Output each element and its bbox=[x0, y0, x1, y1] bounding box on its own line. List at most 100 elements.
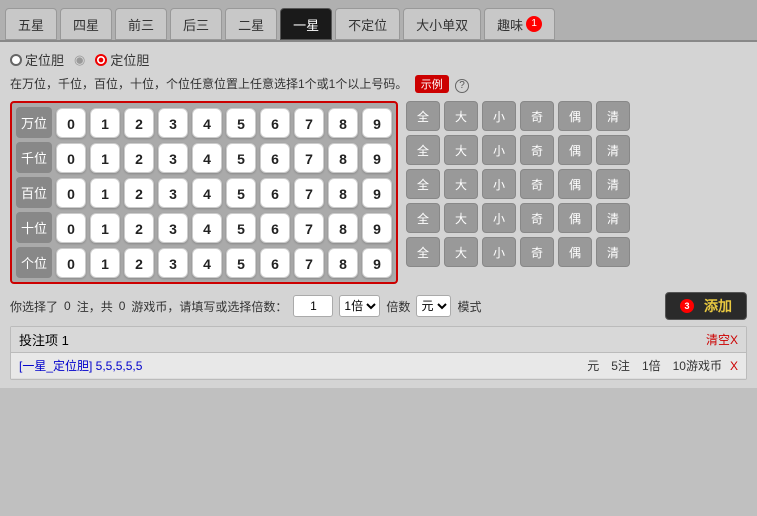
tab-五星[interactable]: 五星 bbox=[5, 8, 57, 40]
quick-btn-4-2[interactable]: 小 bbox=[482, 237, 516, 267]
quick-btn-2-4[interactable]: 偶 bbox=[558, 169, 592, 199]
digit-btn-0-7[interactable]: 7 bbox=[294, 108, 324, 138]
quick-btn-0-2[interactable]: 小 bbox=[482, 101, 516, 131]
quick-btn-2-1[interactable]: 大 bbox=[444, 169, 478, 199]
digit-btn-4-8[interactable]: 8 bbox=[328, 248, 358, 278]
quick-btn-3-4[interactable]: 偶 bbox=[558, 203, 592, 233]
digit-btn-1-3[interactable]: 3 bbox=[158, 143, 188, 173]
quick-btn-4-1[interactable]: 大 bbox=[444, 237, 478, 267]
digit-btn-0-1[interactable]: 1 bbox=[90, 108, 120, 138]
digit-btn-0-0[interactable]: 0 bbox=[56, 108, 86, 138]
quick-btn-3-3[interactable]: 奇 bbox=[520, 203, 554, 233]
digit-btn-4-3[interactable]: 3 bbox=[158, 248, 188, 278]
tab-不定位[interactable]: 不定位 bbox=[335, 8, 400, 40]
quick-btn-0-4[interactable]: 偶 bbox=[558, 101, 592, 131]
digit-btn-3-7[interactable]: 7 bbox=[294, 213, 324, 243]
digit-btn-3-3[interactable]: 3 bbox=[158, 213, 188, 243]
tab-一星[interactable]: 一星 bbox=[280, 8, 332, 40]
digit-btn-3-5[interactable]: 5 bbox=[226, 213, 256, 243]
digit-btn-0-6[interactable]: 6 bbox=[260, 108, 290, 138]
quick-btn-1-5[interactable]: 清 bbox=[596, 135, 630, 165]
quick-btn-0-3[interactable]: 奇 bbox=[520, 101, 554, 131]
digit-btn-1-0[interactable]: 0 bbox=[56, 143, 86, 173]
quick-btn-1-3[interactable]: 奇 bbox=[520, 135, 554, 165]
quick-btn-3-0[interactable]: 全 bbox=[406, 203, 440, 233]
digit-btn-2-8[interactable]: 8 bbox=[328, 178, 358, 208]
digit-btn-3-4[interactable]: 4 bbox=[192, 213, 222, 243]
digit-btn-0-5[interactable]: 5 bbox=[226, 108, 256, 138]
digit-btn-3-9[interactable]: 9 bbox=[362, 213, 392, 243]
quick-btn-4-4[interactable]: 偶 bbox=[558, 237, 592, 267]
digit-btn-0-2[interactable]: 2 bbox=[124, 108, 154, 138]
digit-btn-0-4[interactable]: 4 bbox=[192, 108, 222, 138]
digit-btn-3-8[interactable]: 8 bbox=[328, 213, 358, 243]
quick-btn-2-5[interactable]: 清 bbox=[596, 169, 630, 199]
digit-btn-4-9[interactable]: 9 bbox=[362, 248, 392, 278]
radio-label-0: 定位胆 bbox=[25, 50, 64, 69]
tab-前三[interactable]: 前三 bbox=[115, 8, 167, 40]
tab-二星[interactable]: 二星 bbox=[225, 8, 277, 40]
digit-btn-2-3[interactable]: 3 bbox=[158, 178, 188, 208]
quick-btn-0-0[interactable]: 全 bbox=[406, 101, 440, 131]
digit-btn-1-2[interactable]: 2 bbox=[124, 143, 154, 173]
quick-btn-0-1[interactable]: 大 bbox=[444, 101, 478, 131]
radio-option-0[interactable]: 定位胆 bbox=[10, 50, 64, 69]
digit-btn-2-9[interactable]: 9 bbox=[362, 178, 392, 208]
quick-btn-1-2[interactable]: 小 bbox=[482, 135, 516, 165]
quick-btn-2-0[interactable]: 全 bbox=[406, 169, 440, 199]
quick-btn-2-2[interactable]: 小 bbox=[482, 169, 516, 199]
digit-btn-2-1[interactable]: 1 bbox=[90, 178, 120, 208]
tab-四星[interactable]: 四星 bbox=[60, 8, 112, 40]
digit-btn-4-4[interactable]: 4 bbox=[192, 248, 222, 278]
quick-btn-1-4[interactable]: 偶 bbox=[558, 135, 592, 165]
currency-select[interactable]: 元 bbox=[416, 295, 451, 317]
digit-btn-2-0[interactable]: 0 bbox=[56, 178, 86, 208]
quick-btn-3-2[interactable]: 小 bbox=[482, 203, 516, 233]
quick-btn-1-1[interactable]: 大 bbox=[444, 135, 478, 165]
tab-趣味[interactable]: 趣味1 bbox=[484, 8, 555, 40]
quick-btn-4-3[interactable]: 奇 bbox=[520, 237, 554, 267]
digit-btn-3-0[interactable]: 0 bbox=[56, 213, 86, 243]
clear-button[interactable]: 清空X bbox=[706, 331, 738, 348]
help-icon[interactable]: ? bbox=[455, 79, 469, 93]
digit-btn-3-6[interactable]: 6 bbox=[260, 213, 290, 243]
tab-后三[interactable]: 后三 bbox=[170, 8, 222, 40]
digit-btn-3-2[interactable]: 2 bbox=[124, 213, 154, 243]
digit-btn-2-7[interactable]: 7 bbox=[294, 178, 324, 208]
digit-btn-3-1[interactable]: 1 bbox=[90, 213, 120, 243]
add-button[interactable]: 3 添加 bbox=[665, 292, 747, 320]
quick-btn-2-3[interactable]: 奇 bbox=[520, 169, 554, 199]
digit-btn-2-4[interactable]: 4 bbox=[192, 178, 222, 208]
digit-btn-4-1[interactable]: 1 bbox=[90, 248, 120, 278]
quick-btn-1-0[interactable]: 全 bbox=[406, 135, 440, 165]
tab-大小单双[interactable]: 大小单双 bbox=[403, 8, 481, 40]
quick-btn-4-5[interactable]: 清 bbox=[596, 237, 630, 267]
digit-btn-1-7[interactable]: 7 bbox=[294, 143, 324, 173]
digit-btn-1-5[interactable]: 5 bbox=[226, 143, 256, 173]
digit-btn-0-3[interactable]: 3 bbox=[158, 108, 188, 138]
quick-btn-0-5[interactable]: 清 bbox=[596, 101, 630, 131]
multiplier-select[interactable]: 1倍 bbox=[339, 295, 380, 317]
digit-btn-4-5[interactable]: 5 bbox=[226, 248, 256, 278]
digit-btn-1-1[interactable]: 1 bbox=[90, 143, 120, 173]
digit-btn-0-8[interactable]: 8 bbox=[328, 108, 358, 138]
digit-btn-2-2[interactable]: 2 bbox=[124, 178, 154, 208]
digit-btn-1-8[interactable]: 8 bbox=[328, 143, 358, 173]
digit-btn-2-5[interactable]: 5 bbox=[226, 178, 256, 208]
quick-btn-3-5[interactable]: 清 bbox=[596, 203, 630, 233]
digit-btn-2-6[interactable]: 6 bbox=[260, 178, 290, 208]
example-button[interactable]: 示例 bbox=[415, 75, 449, 93]
radio-option-1[interactable]: 定位胆 bbox=[95, 50, 149, 69]
digit-btn-0-9[interactable]: 9 bbox=[362, 108, 392, 138]
digit-btn-4-7[interactable]: 7 bbox=[294, 248, 324, 278]
quick-btn-3-1[interactable]: 大 bbox=[444, 203, 478, 233]
digit-btn-1-9[interactable]: 9 bbox=[362, 143, 392, 173]
digit-btn-4-6[interactable]: 6 bbox=[260, 248, 290, 278]
digit-btn-4-0[interactable]: 0 bbox=[56, 248, 86, 278]
quick-btn-4-0[interactable]: 全 bbox=[406, 237, 440, 267]
digit-btn-1-6[interactable]: 6 bbox=[260, 143, 290, 173]
multiplier-input[interactable] bbox=[293, 295, 333, 317]
digit-btn-1-4[interactable]: 4 bbox=[192, 143, 222, 173]
bet-item-close[interactable]: X bbox=[730, 359, 738, 373]
digit-btn-4-2[interactable]: 2 bbox=[124, 248, 154, 278]
